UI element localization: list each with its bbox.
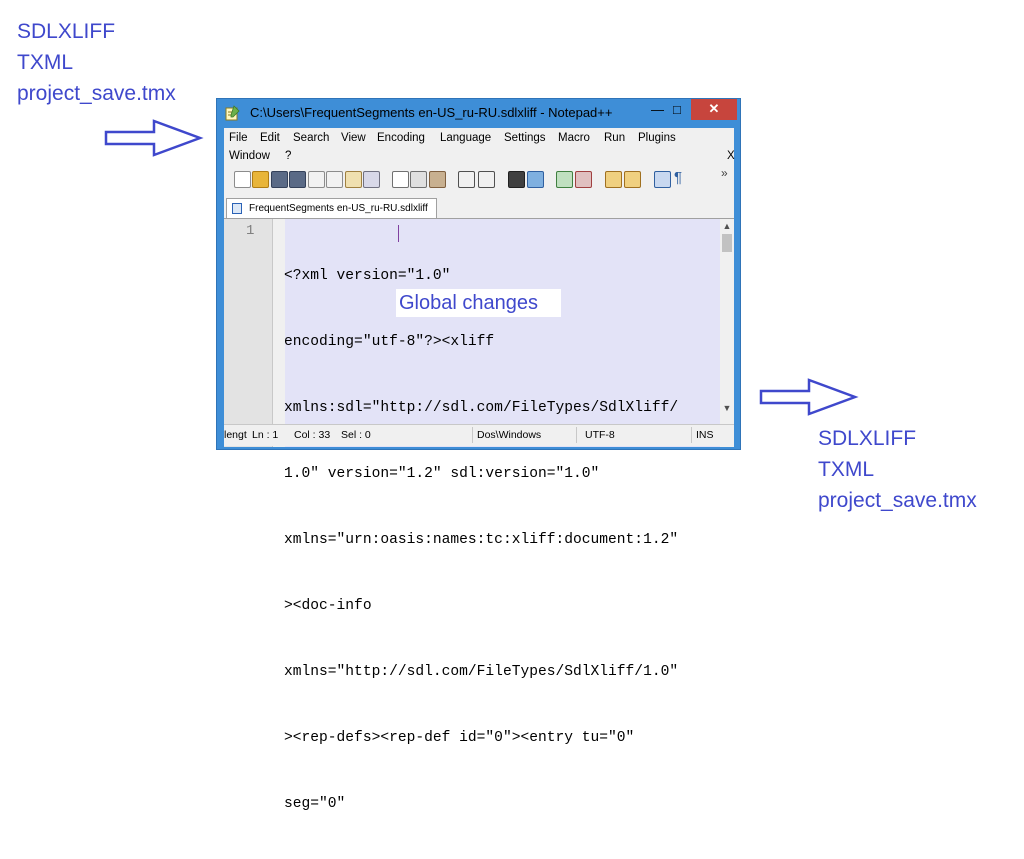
format-label: project_save.tmx xyxy=(17,82,176,105)
notepadpp-window: C:\Users\FrequentSegments en-US_ru-RU.sd… xyxy=(216,98,741,812)
status-eol: Dos\Windows xyxy=(477,429,542,441)
menu-view[interactable]: View xyxy=(341,132,366,144)
menu-plugins[interactable]: Plugins xyxy=(638,132,676,144)
saved-file-icon xyxy=(232,203,242,214)
tab-frequent-segments[interactable]: FrequentSegments en-US_ru-RU.sdlxliff xyxy=(226,198,437,218)
close-document-button[interactable]: X xyxy=(727,150,735,162)
cut-icon[interactable] xyxy=(392,171,409,188)
document-tabs: FrequentSegments en-US_ru-RU.sdlxliff xyxy=(224,198,734,219)
format-label: TXML xyxy=(818,458,875,481)
open-file-icon[interactable] xyxy=(252,171,269,188)
paste-icon[interactable] xyxy=(429,171,446,188)
right-arrow-icon xyxy=(104,119,204,157)
menu-help[interactable]: ? xyxy=(285,150,291,162)
vertical-scrollbar[interactable]: ▲ ▼ xyxy=(720,219,734,447)
code-line: xmlns="urn:oasis:names:tc:xliff:document… xyxy=(284,532,679,548)
menu-search[interactable]: Search xyxy=(293,132,329,144)
notepadpp-icon xyxy=(225,105,240,121)
status-bar: lengt Ln : 1 Col : 33 Sel : 0 Dos\Window… xyxy=(224,424,734,446)
copy-icon[interactable] xyxy=(410,171,427,188)
status-encoding: UTF-8 xyxy=(585,429,615,441)
editor-area[interactable]: 1 <?xml version="1.0" encoding="utf-8"?>… xyxy=(224,219,734,812)
code-line: ><doc-info xyxy=(284,598,372,614)
new-file-icon[interactable] xyxy=(234,171,251,188)
undo-icon[interactable] xyxy=(458,171,475,188)
redo-icon[interactable] xyxy=(478,171,495,188)
status-separator xyxy=(691,427,692,443)
save-all-icon[interactable] xyxy=(289,171,306,188)
status-separator xyxy=(576,427,577,443)
code-line: seg="0" xyxy=(284,796,346,812)
scroll-thumb[interactable] xyxy=(722,234,732,252)
target-formats-list: SDLXLIFF TXML project_save.tmx xyxy=(818,423,977,516)
window-client: File Edit Search View Encoding Language … xyxy=(224,128,735,812)
title-bar[interactable]: C:\Users\FrequentSegments en-US_ru-RU.sd… xyxy=(217,99,740,127)
format-label: SDLXLIFF xyxy=(818,427,917,450)
replace-icon[interactable] xyxy=(527,171,544,188)
status-line: Ln : 1 xyxy=(252,429,279,441)
status-insert-mode: INS xyxy=(696,429,714,441)
text-caret xyxy=(398,225,399,242)
menu-macro[interactable]: Macro xyxy=(558,132,590,144)
status-column: Col : 33 xyxy=(294,429,331,441)
save-icon[interactable] xyxy=(271,171,288,188)
toolbar-overflow-icon[interactable]: » xyxy=(721,166,728,180)
close-all-icon[interactable] xyxy=(326,171,343,188)
status-selection: Sel : 0 xyxy=(341,429,371,441)
code-line: 1.0" version="1.2" sdl:version="1.0" xyxy=(284,466,600,482)
toolbar: ¶ » xyxy=(224,166,734,196)
code-line: xmlns="http://sdl.com/FileTypes/SdlXliff… xyxy=(284,664,679,680)
menu-language[interactable]: Language xyxy=(440,132,491,144)
maximize-button[interactable]: □ xyxy=(673,100,681,120)
window-title: C:\Users\FrequentSegments en-US_ru-RU.sd… xyxy=(250,105,613,120)
menu-edit[interactable]: Edit xyxy=(260,132,280,144)
line-number: 1 xyxy=(246,223,255,239)
menu-run[interactable]: Run xyxy=(604,132,625,144)
menu-bar: File Edit Search View Encoding Language … xyxy=(224,128,735,166)
menu-window[interactable]: Window xyxy=(229,150,270,162)
find-icon[interactable] xyxy=(508,171,525,188)
menu-encoding[interactable]: Encoding xyxy=(377,132,425,144)
code-line: encoding="utf-8"?><xliff xyxy=(284,334,495,350)
sync-v-icon[interactable] xyxy=(605,171,622,188)
menu-settings[interactable]: Settings xyxy=(504,132,546,144)
wrap-icon[interactable] xyxy=(654,171,671,188)
right-arrow-icon xyxy=(759,378,859,416)
code-line: ><rep-defs><rep-def id="0"><entry tu="0" xyxy=(284,730,635,746)
line-number-gutter: 1 xyxy=(224,219,273,447)
close-button[interactable]: ✕ xyxy=(691,99,737,120)
show-all-chars-icon[interactable]: ¶ xyxy=(674,169,682,186)
scroll-down-icon[interactable]: ▼ xyxy=(720,401,734,415)
format-label: project_save.tmx xyxy=(818,489,977,512)
code-line: <?xml version="1.0" xyxy=(284,268,451,284)
scroll-up-icon[interactable]: ▲ xyxy=(720,219,734,233)
code-line: xmlns:sdl="http://sdl.com/FileTypes/SdlX… xyxy=(284,400,679,416)
status-separator xyxy=(472,427,473,443)
source-formats-list: SDLXLIFF TXML project_save.tmx xyxy=(17,16,176,109)
global-changes-callout: Global changes xyxy=(396,289,561,317)
sync-h-icon[interactable] xyxy=(624,171,641,188)
format-label: SDLXLIFF xyxy=(17,20,116,43)
zoom-out-icon[interactable] xyxy=(575,171,592,188)
minimize-button[interactable]: — xyxy=(651,100,664,120)
printer-icon[interactable] xyxy=(363,171,380,188)
format-label: TXML xyxy=(17,51,74,74)
menu-file[interactable]: File xyxy=(229,132,248,144)
close-icon[interactable] xyxy=(308,171,325,188)
zoom-in-icon[interactable] xyxy=(556,171,573,188)
global-changes-label: Global changes xyxy=(399,292,538,314)
tab-label: FrequentSegments en-US_ru-RU.sdlxliff xyxy=(249,203,428,214)
status-length: lengt xyxy=(224,429,247,441)
print-icon[interactable] xyxy=(345,171,362,188)
